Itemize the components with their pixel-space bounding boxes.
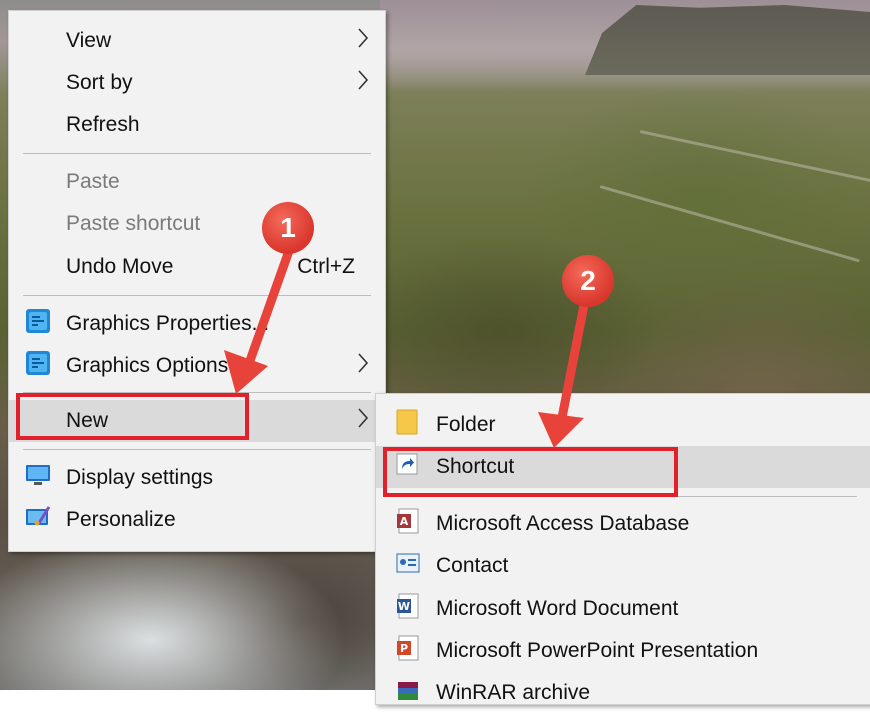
menu-item-label: Graphics Options [66,354,229,377]
menu-item-label: Microsoft Word Document [436,597,679,620]
submenu-item-folder[interactable]: Folder [376,404,870,446]
submenu-item-word-document[interactable]: W Microsoft Word Document [376,588,870,630]
menu-item-refresh[interactable]: Refresh [9,104,385,146]
submenu-item-access-database[interactable]: A Microsoft Access Database [376,503,870,545]
menu-item-label: Refresh [66,113,140,136]
menu-item-label: View [66,29,112,52]
menu-separator [23,153,371,154]
svg-text:W: W [398,600,410,613]
menu-item-label: WinRAR archive [436,681,591,704]
menu-separator [23,295,371,296]
menu-item-label: Undo Move [66,255,174,278]
contact-icon [396,552,420,580]
menu-item-label: Paste shortcut [66,212,201,235]
svg-text:P: P [400,642,408,655]
annotation-highlight-shortcut [383,447,678,497]
menu-item-label: Microsoft PowerPoint Presentation [436,639,759,662]
menu-item-graphics-properties[interactable]: Graphics Properties... [9,303,385,345]
menu-item-paste-shortcut[interactable]: Paste shortcut [9,203,385,245]
menu-item-view[interactable]: View [9,20,385,62]
submenu-item-contact[interactable]: Contact [376,545,870,587]
wallpaper-cliff [585,5,870,75]
intel-graphics-icon [25,308,51,340]
menu-item-display-settings[interactable]: Display settings [9,457,385,499]
step-badge-2: 2 [562,255,614,307]
powerpoint-icon: P [396,635,420,667]
chevron-right-icon [357,69,369,97]
keyboard-shortcut: Ctrl+Z [297,255,355,278]
menu-item-label: Graphics Properties... [66,312,270,335]
step-badge-1: 1 [262,202,314,254]
access-icon: A [396,508,420,540]
menu-item-sort-by[interactable]: Sort by [9,62,385,104]
menu-item-label: Microsoft Access Database [436,512,690,535]
submenu-item-winrar-archive[interactable]: WinRAR archive [376,672,870,714]
menu-item-label: Sort by [66,71,133,94]
new-submenu: Folder Shortcut A Microsoft Access Datab… [375,393,870,705]
submenu-item-powerpoint-presentation[interactable]: P Microsoft PowerPoint Presentation [376,630,870,672]
intel-graphics-icon [25,350,51,382]
winrar-icon [396,678,420,708]
folder-icon [396,409,418,441]
menu-item-label: Personalize [66,508,176,531]
svg-text:A: A [400,515,409,528]
menu-item-graphics-options[interactable]: Graphics Options [9,345,385,387]
chevron-right-icon [357,352,369,380]
menu-item-personalize[interactable]: Personalize [9,499,385,541]
chevron-right-icon [357,407,369,435]
display-icon [25,463,51,493]
personalize-icon [25,505,51,535]
menu-item-label: Display settings [66,466,214,489]
chevron-right-icon [357,27,369,55]
menu-item-label: Folder [436,413,496,436]
menu-item-label: Contact [436,554,509,577]
annotation-highlight-new [16,393,249,440]
menu-item-undo-move[interactable]: Undo Move Ctrl+Z [9,246,385,288]
desktop-context-menu: View Sort by Refresh Paste Paste shortcu… [8,10,386,552]
menu-separator [23,449,371,450]
menu-item-label: Paste [66,170,120,193]
word-icon: W [396,593,420,625]
menu-item-paste[interactable]: Paste [9,161,385,203]
